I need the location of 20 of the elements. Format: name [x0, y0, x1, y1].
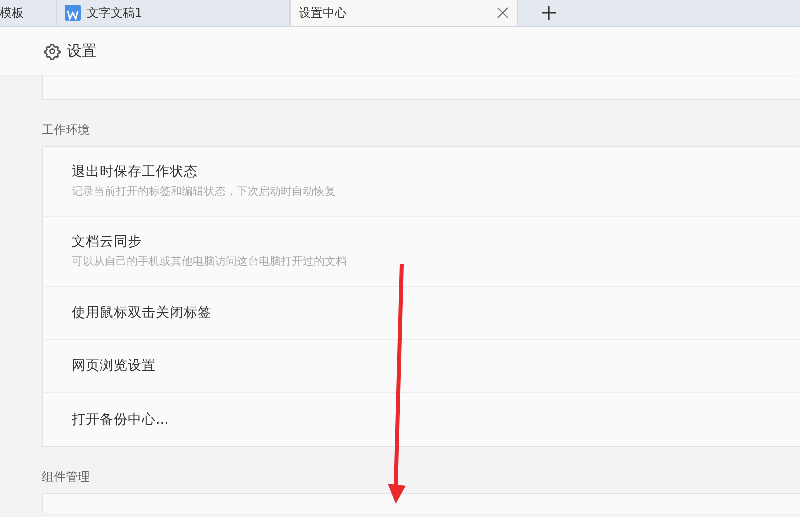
setting-title[interactable]: 网页浏览设置 [72, 358, 156, 374]
tab[interactable]: 文字文稿1 [57, 0, 290, 26]
setting-title[interactable]: 使用鼠标双击关闭标签 [72, 305, 212, 321]
settings-icon [44, 42, 61, 60]
setting-description: 记录当前打开的标签和编辑状态，下次启动时自动恢复 [72, 185, 336, 198]
page-title: 设置 [67, 40, 97, 62]
setting-title[interactable]: 退出时保存工作状态 [72, 164, 198, 180]
tab-label: 文字文稿1 [87, 5, 143, 22]
tab[interactable]: 模板 [0, 0, 57, 26]
section-title: 工作环境 [42, 123, 90, 137]
section-title: 组件管理 [42, 470, 90, 484]
setting-title[interactable]: 打开备份中心... [72, 412, 169, 428]
tab-label: 设置中心 [299, 5, 347, 22]
add-tab-icon[interactable] [542, 6, 556, 20]
setting-title[interactable]: 文档云同步 [72, 234, 142, 250]
close-icon[interactable] [497, 7, 509, 19]
tab-label: 模板 [0, 5, 24, 22]
setting-description: 可以从自己的手机或其他电脑访问这台电脑打开过的文档 [72, 255, 347, 268]
tab[interactable]: 设置中心 [290, 0, 518, 26]
document-icon [65, 5, 81, 21]
